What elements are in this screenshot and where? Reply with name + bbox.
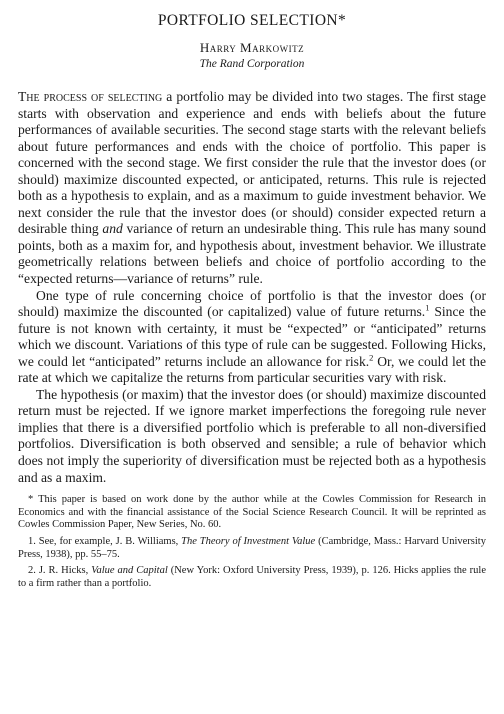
emphasis-and: and — [102, 221, 123, 237]
footnote-1: 1. See, for example, J. B. Williams, The… — [18, 536, 486, 561]
author-affiliation: The Rand Corporation — [199, 58, 305, 70]
paper-title: PORTFOLIO SELECTION* — [157, 12, 347, 29]
footnote-1-book-title: The Theory of Investment Value — [181, 535, 316, 547]
footnote-2-book-title: Value and Capital — [91, 565, 168, 577]
footnote-1-text-a: 1. See, for example, J. B. Williams, — [28, 535, 182, 547]
paragraph-3: The hypothesis (or maxim) that the inves… — [18, 386, 486, 485]
footnotes: * This paper is based on work done by th… — [18, 494, 486, 590]
paragraph-1-text-a: a portfolio may be divided into two stag… — [18, 89, 487, 237]
paper-body: The process of selecting a portfolio may… — [18, 89, 486, 486]
footnote-star: * This paper is based on work done by th… — [18, 494, 486, 531]
paragraph-2: One type of rule concerning choice of po… — [18, 288, 486, 387]
footnote-2: 2. J. R. Hicks, Value and Capital (New Y… — [18, 565, 486, 590]
footnote-2-text-a: 2. J. R. Hicks, — [28, 565, 92, 577]
lead-in-text: The process of selecting — [18, 89, 163, 104]
paper-page: PORTFOLIO SELECTION* Harry Markowitz The… — [0, 0, 504, 714]
paragraph-1: The process of selecting a portfolio may… — [18, 89, 486, 288]
author-name: Harry Markowitz — [199, 40, 305, 55]
paragraph-2-text-a: One type of rule concerning choice of po… — [18, 287, 486, 320]
